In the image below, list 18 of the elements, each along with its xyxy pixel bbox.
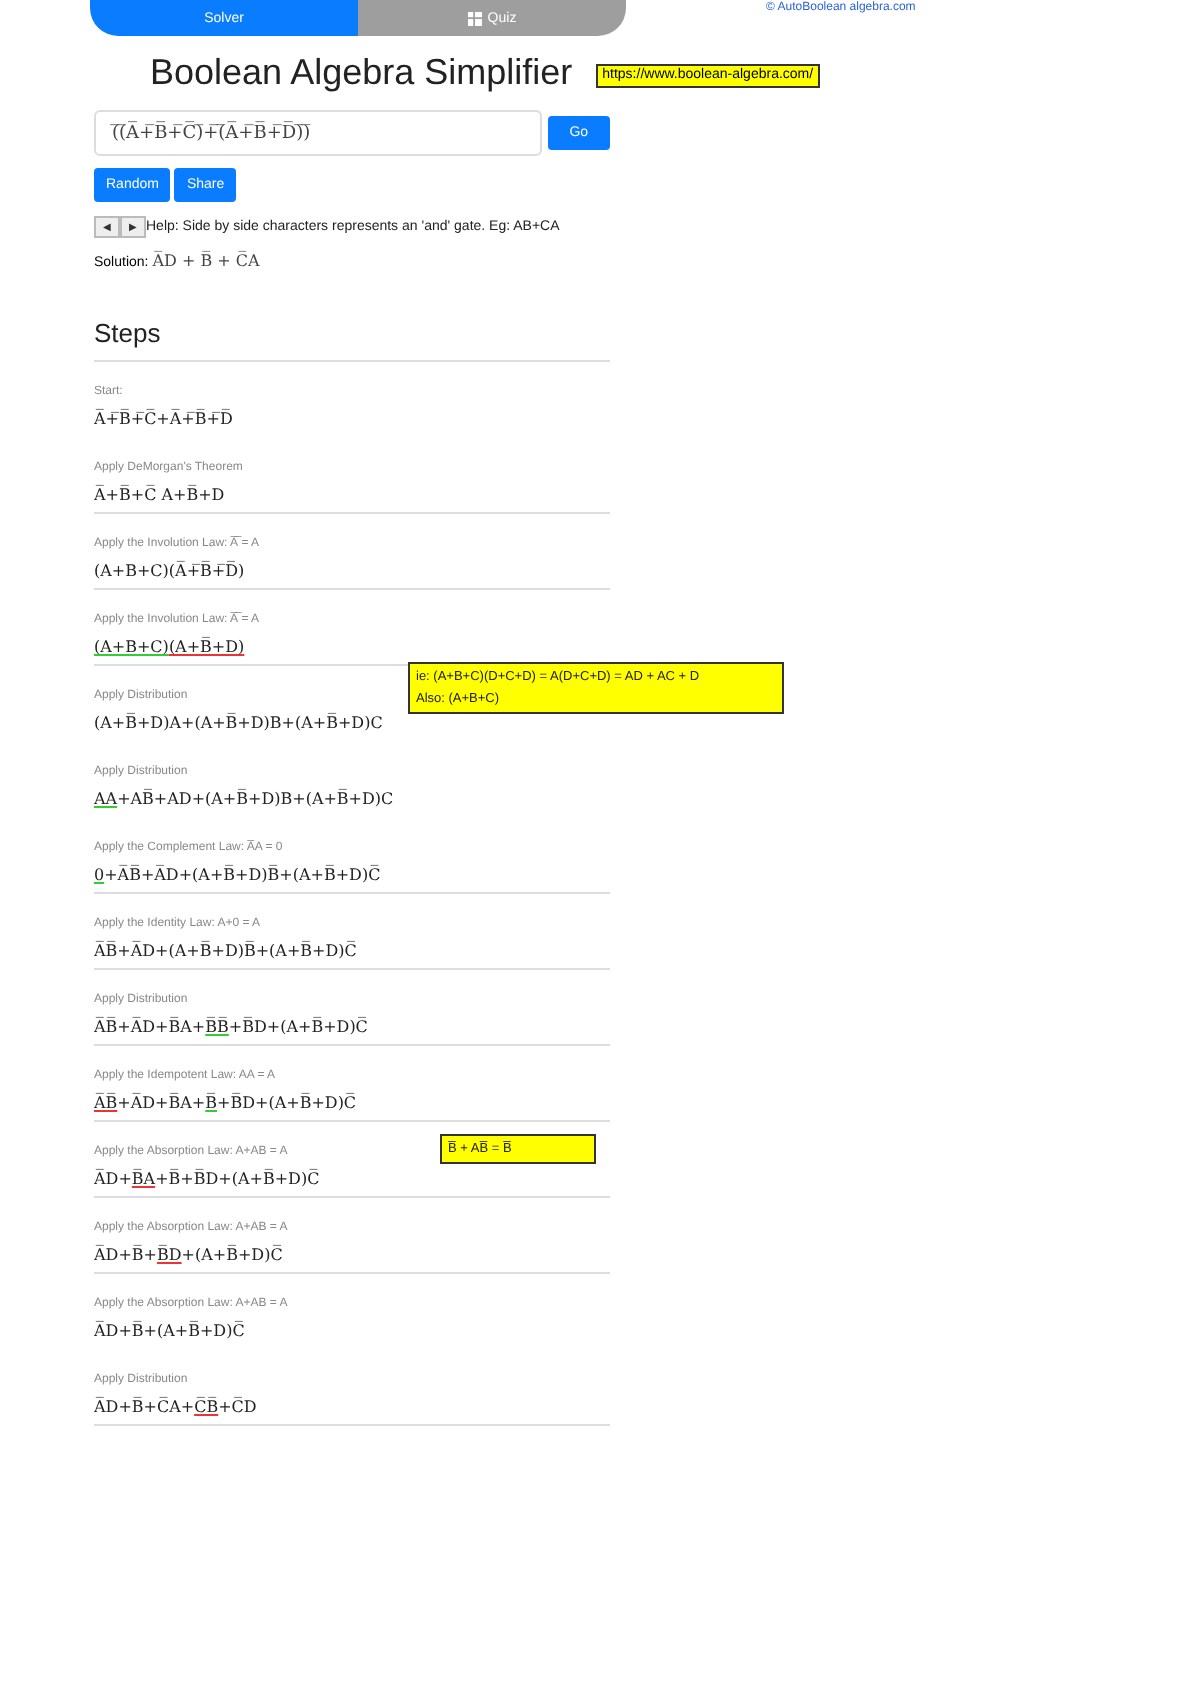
expression: A̅D+B̅+C̅A+C̅B̅+C̅D — [94, 1395, 257, 1420]
solution-value: A̅D + B̅ + C̅A — [152, 252, 260, 270]
expression: A̅D+B̅+(A+B̅+D)C̅ — [94, 1319, 245, 1344]
expression: A̅B̅+A̅D+B̅A+B̅+B̅D+(A+B̅+D)C̅ — [94, 1091, 357, 1116]
expression: A̅+B̅+C̅ A+B̅+D — [94, 483, 225, 508]
expression: AA+AB̅+AD+(A+B̅+D)B+(A+B̅+D)C — [94, 787, 394, 812]
expression: A̅B̅+A̅D+(A+B̅+D)B̅+(A+B̅+D)C̅ — [94, 939, 357, 964]
expression: A̅D+B̅A+B̅+B̅D+(A+B̅+D)C̅ — [94, 1167, 320, 1192]
expression: 0+A̅B̅+A̅D+(A+B̅+D)B̅+(A+B̅+D)C̅ — [94, 863, 381, 888]
page-title: Boolean Algebra Simplifier — [150, 52, 573, 94]
expression-input[interactable]: (̅(̅A̅+̅B̅+̅C̅)̅+̅(̅A̅+̅B̅+̅D̅)̅)̅ — [94, 110, 542, 156]
expression: (A+B̅+D)A+(A+B̅+D)B+(A+B̅+D)C — [94, 711, 383, 736]
expression: A̅B̅+A̅D+B̅A+B̅B̅+B̅D+(A+B̅+D)C̅ — [94, 1015, 368, 1040]
expression: (A+B+C)(A̅+̅B̅+̅D̅) — [94, 559, 245, 584]
expression: (A+B+C)(A+B̅+D) — [94, 635, 245, 660]
expression: A̅+̅B̅+̅C̅+A̅+̅B̅+̅D̅ — [94, 407, 233, 432]
expression: A̅D+B̅+B̅D+(A+B̅+D)C̅ — [94, 1243, 283, 1268]
steps-heading: Steps — [94, 318, 163, 348]
